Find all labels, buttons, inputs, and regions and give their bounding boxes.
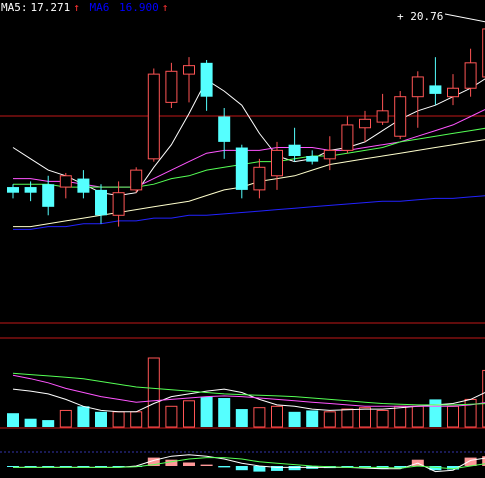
macd-bar bbox=[183, 462, 195, 466]
volume-bar-down bbox=[429, 399, 442, 427]
volume-bar-down bbox=[200, 396, 213, 427]
candle-down bbox=[200, 62, 213, 97]
volume-bar-up bbox=[447, 405, 459, 428]
macd-bar bbox=[464, 457, 477, 466]
macd-bar bbox=[218, 466, 231, 468]
macd-bar bbox=[59, 466, 72, 467]
macd-bar bbox=[77, 466, 90, 467]
candlestick-chart[interactable] bbox=[0, 0, 485, 478]
ma10-label: MA6 bbox=[89, 1, 110, 14]
volume-bar-up bbox=[341, 408, 354, 428]
candle-down bbox=[288, 144, 301, 156]
candle-down bbox=[235, 147, 248, 190]
volume-bar-up bbox=[271, 405, 283, 428]
volume-bar-down bbox=[24, 418, 37, 427]
candle-up bbox=[112, 192, 125, 216]
candle-down bbox=[306, 156, 319, 162]
ma5-label: MA5: bbox=[1, 1, 28, 14]
volume-bar-up bbox=[147, 357, 160, 428]
macd-bar bbox=[288, 466, 301, 471]
volume-bar-down bbox=[95, 411, 107, 427]
volume-bar-up bbox=[359, 407, 371, 428]
candle-up bbox=[394, 96, 407, 137]
candle-up bbox=[323, 149, 336, 160]
macd-bar bbox=[95, 466, 107, 467]
candle-down bbox=[7, 187, 19, 193]
candle-up bbox=[59, 175, 72, 188]
high-price-marker: + 20.76 bbox=[397, 10, 443, 23]
candle-up bbox=[183, 65, 195, 75]
high-price-value: 20.76 bbox=[410, 10, 444, 23]
volume-bar-up bbox=[323, 411, 336, 428]
candle-up bbox=[447, 87, 459, 98]
stock-chart-screen: MA5: 17.271 ↑ MA6 16.900 ↑ + 20.76 bbox=[0, 0, 485, 478]
ma5-up-arrow-icon: ↑ bbox=[73, 1, 80, 14]
volume-bar-down bbox=[218, 398, 231, 427]
candle-down bbox=[77, 178, 90, 193]
volume-bar-down bbox=[7, 413, 19, 427]
volume-bar-up bbox=[411, 405, 424, 428]
volume-bar-down bbox=[235, 409, 248, 427]
volume-bar-up bbox=[112, 411, 125, 428]
volume-bar-up bbox=[464, 398, 477, 428]
volume-bar-down bbox=[77, 406, 90, 427]
candle-up bbox=[271, 149, 283, 177]
volume-ma-line-vma20 bbox=[12, 372, 485, 406]
volume-bar-up bbox=[165, 405, 178, 428]
macd-bar bbox=[253, 466, 266, 472]
macd-bar bbox=[235, 466, 248, 471]
volume-bar-up bbox=[376, 409, 389, 428]
volume-bar-up bbox=[183, 400, 195, 428]
candle-up bbox=[411, 76, 424, 98]
candle-up bbox=[165, 70, 178, 103]
ma10-value: 16.900 bbox=[119, 1, 159, 14]
ma-line-ma120 bbox=[13, 195, 485, 230]
candle-down bbox=[24, 187, 37, 193]
macd-bar bbox=[7, 466, 19, 467]
high-marker-pointer bbox=[444, 13, 485, 23]
volume-bar-down bbox=[288, 411, 301, 427]
volume-bar-down bbox=[42, 420, 55, 427]
candle-up bbox=[130, 169, 143, 191]
candle-down bbox=[429, 85, 442, 94]
volume-bar-up bbox=[394, 405, 407, 428]
macd-bar bbox=[42, 466, 55, 467]
candle-down bbox=[218, 116, 231, 142]
volume-bar-up bbox=[253, 407, 266, 428]
macd-bar bbox=[200, 464, 213, 466]
volume-bar-up bbox=[59, 409, 72, 428]
candle-up bbox=[253, 166, 266, 191]
ma-legend: MA5: 17.271 ↑ MA6 16.900 ↑ bbox=[1, 1, 171, 14]
candle-down bbox=[42, 184, 55, 207]
ma5-value: 17.271 bbox=[30, 1, 71, 14]
candle-up bbox=[147, 73, 160, 160]
candle-up bbox=[376, 110, 389, 123]
candle-up bbox=[359, 118, 371, 129]
volume-bar-up bbox=[130, 411, 143, 428]
high-marker-plus-icon: + bbox=[397, 10, 404, 23]
ma10-up-arrow-icon: ↑ bbox=[161, 1, 169, 14]
macd-bar bbox=[24, 466, 37, 467]
volume-bar-down bbox=[306, 410, 319, 427]
volume-ma-line-vma10 bbox=[12, 374, 485, 407]
candle-down bbox=[95, 189, 107, 216]
candle-up bbox=[464, 62, 477, 89]
candle-up bbox=[341, 124, 354, 151]
